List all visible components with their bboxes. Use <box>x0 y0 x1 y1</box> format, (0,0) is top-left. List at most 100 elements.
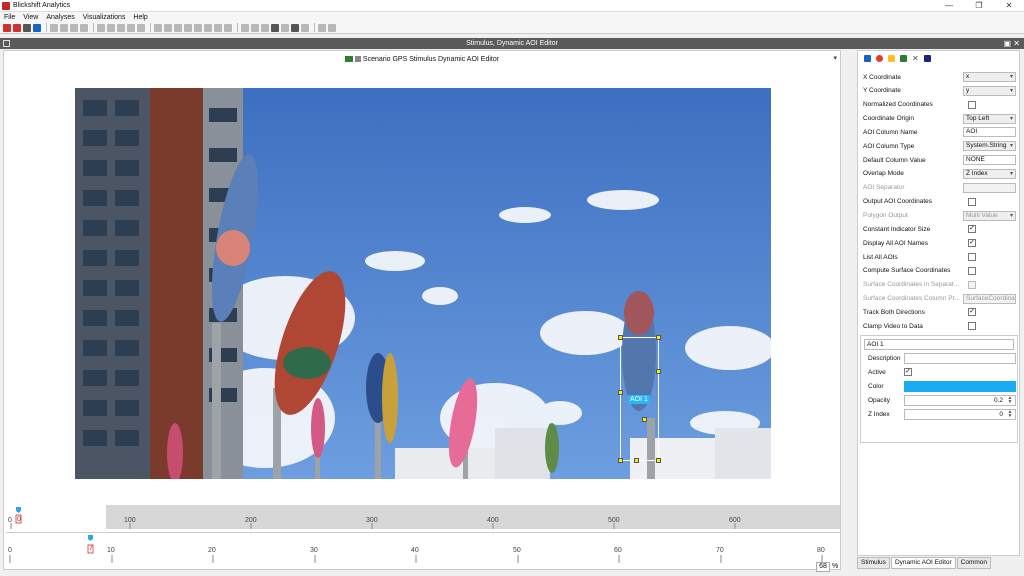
dropdown-value: System.String <box>966 142 1007 150</box>
aoi-name-field[interactable]: AOI 1 <box>864 338 1014 350</box>
property-label: Track Both Directions <box>863 308 925 316</box>
open-project-icon[interactable] <box>13 23 21 32</box>
delete-aoi-icon[interactable]: ✕ <box>912 54 919 62</box>
property-row: Surface Coordinates in Separat... <box>863 279 1018 291</box>
resize-handle[interactable] <box>618 458 623 463</box>
export-icon[interactable] <box>291 23 299 32</box>
merge-icon[interactable] <box>127 23 135 32</box>
window-title: Blickshift Analytics <box>13 2 71 9</box>
property-dropdown[interactable]: System.String ▾ <box>963 141 1016 152</box>
menu-visualizations[interactable]: Visualizations <box>83 14 126 21</box>
spinner-icon[interactable]: ▲ ▼ <box>1006 395 1014 405</box>
menu-file[interactable]: File <box>4 14 15 21</box>
tab-stimulus[interactable]: Stimulus <box>857 557 890 569</box>
menu-view[interactable]: View <box>23 14 38 21</box>
heatmap-icon[interactable] <box>184 23 192 32</box>
window-icon[interactable] <box>301 23 309 32</box>
property-label: Surface Coordinates Column Pr... <box>863 295 960 303</box>
import-icon[interactable] <box>23 23 31 32</box>
resize-handle[interactable] <box>656 335 661 340</box>
current-frame-marker: 7 <box>89 545 93 552</box>
property-checkbox[interactable] <box>968 322 976 331</box>
resize-handle[interactable] <box>642 417 647 422</box>
stimulus-video-frame[interactable] <box>75 88 771 479</box>
close-button[interactable]: ✕ <box>994 0 1024 12</box>
histogram-icon[interactable] <box>204 23 212 32</box>
chevron-down-icon: ▾ <box>1009 170 1013 177</box>
table-icon[interactable] <box>261 23 269 32</box>
property-dropdown[interactable]: Top Left ▾ <box>963 113 1016 124</box>
copy-icon[interactable] <box>80 23 88 32</box>
chevron-down-icon[interactable]: ▾ <box>833 54 837 62</box>
filter-icon[interactable] <box>97 23 105 32</box>
split-icon[interactable] <box>137 23 145 32</box>
property-checkbox[interactable]: ✓ <box>968 225 976 234</box>
panel-menu-icon[interactable] <box>3 40 10 47</box>
property-dropdown[interactable]: y ▾ <box>963 85 1016 96</box>
description-field[interactable] <box>904 352 1016 364</box>
resize-handle[interactable] <box>634 458 639 463</box>
resize-handle[interactable] <box>656 458 661 463</box>
property-label: Compute Surface Coordinates <box>863 267 951 275</box>
zindex-field[interactable]: 0 ▲ ▼ <box>904 408 1016 420</box>
zindex-label: Z Index <box>868 410 890 418</box>
active-checkbox[interactable]: ✓ <box>904 368 912 376</box>
color-swatch[interactable] <box>904 380 1016 392</box>
property-checkbox[interactable] <box>968 253 976 262</box>
layout-icon[interactable] <box>214 23 222 32</box>
resize-handle[interactable] <box>618 335 623 340</box>
property-checkbox[interactable] <box>968 266 976 275</box>
export-aoi-icon[interactable] <box>924 54 931 62</box>
tab-common[interactable]: Common <box>956 557 992 569</box>
undo-icon[interactable] <box>50 23 58 32</box>
scanpath-icon[interactable] <box>174 23 182 32</box>
timeline-icon[interactable] <box>154 23 162 32</box>
columns-icon[interactable] <box>271 23 279 32</box>
new-project-icon[interactable] <box>3 23 11 32</box>
spinner-icon[interactable]: ▲ ▼ <box>1006 409 1014 419</box>
property-text-field[interactable]: AOI <box>963 127 1016 138</box>
property-row: X Coordinate x ▾ <box>863 71 1018 83</box>
settings-icon[interactable] <box>241 23 249 32</box>
statistics-icon[interactable] <box>194 23 202 32</box>
property-row: AOI Column Type System.String ▾ <box>863 140 1018 152</box>
rectangle-aoi-icon[interactable] <box>864 54 871 62</box>
freehand-aoi-icon[interactable] <box>900 54 907 62</box>
ellipse-aoi-icon[interactable] <box>876 54 883 62</box>
panel-title: Stimulus, Dynamic AOI Editor <box>466 40 558 47</box>
chevron-down-icon: ▾ <box>1009 212 1013 219</box>
plugin-icon[interactable] <box>318 23 326 32</box>
menu-help[interactable]: Help <box>133 14 147 21</box>
polygon-aoi-icon[interactable] <box>888 54 895 62</box>
grid-icon[interactable] <box>224 23 232 32</box>
property-dropdown[interactable]: x ▾ <box>963 72 1016 82</box>
tab-dynamic-aoi-editor[interactable]: Dynamic AOI Editor <box>890 557 956 569</box>
property-dropdown[interactable]: Z Index ▾ <box>963 168 1016 179</box>
frame-timeline[interactable]: 0 100 200 300 400 500 600 0 <box>6 505 840 529</box>
property-text-field[interactable]: NONE <box>963 155 1016 166</box>
gaze-icon[interactable] <box>164 23 172 32</box>
panel-controls[interactable]: ▣ ✕ <box>1004 38 1020 49</box>
redo-icon[interactable] <box>60 23 68 32</box>
opacity-field[interactable]: 0.2 ▲ ▼ <box>904 394 1016 406</box>
group-icon[interactable] <box>117 23 125 32</box>
chart-icon[interactable] <box>281 23 289 32</box>
zoom-input[interactable]: 68 <box>816 562 830 572</box>
sort-icon[interactable] <box>107 23 115 32</box>
save-icon[interactable] <box>33 23 41 32</box>
resize-handle[interactable] <box>656 369 661 374</box>
help-icon[interactable] <box>328 23 336 32</box>
property-label: Constant Indicator Size <box>863 225 931 233</box>
maximize-button[interactable]: ❐ <box>964 0 994 12</box>
property-checkbox[interactable] <box>968 197 976 206</box>
zoomed-timeline[interactable]: 0 10 20 30 40 50 60 70 80 7 <box>6 532 840 563</box>
property-checkbox[interactable]: ✓ <box>968 239 976 248</box>
menu-analyses[interactable]: Analyses <box>46 14 74 21</box>
script-icon[interactable] <box>251 23 259 32</box>
property-checkbox[interactable] <box>968 100 976 109</box>
property-checkbox[interactable]: ✓ <box>968 308 976 317</box>
cut-icon[interactable] <box>70 23 78 32</box>
tick-label: 500 <box>608 517 620 524</box>
resize-handle[interactable] <box>618 390 623 395</box>
minimize-button[interactable]: — <box>934 0 964 12</box>
